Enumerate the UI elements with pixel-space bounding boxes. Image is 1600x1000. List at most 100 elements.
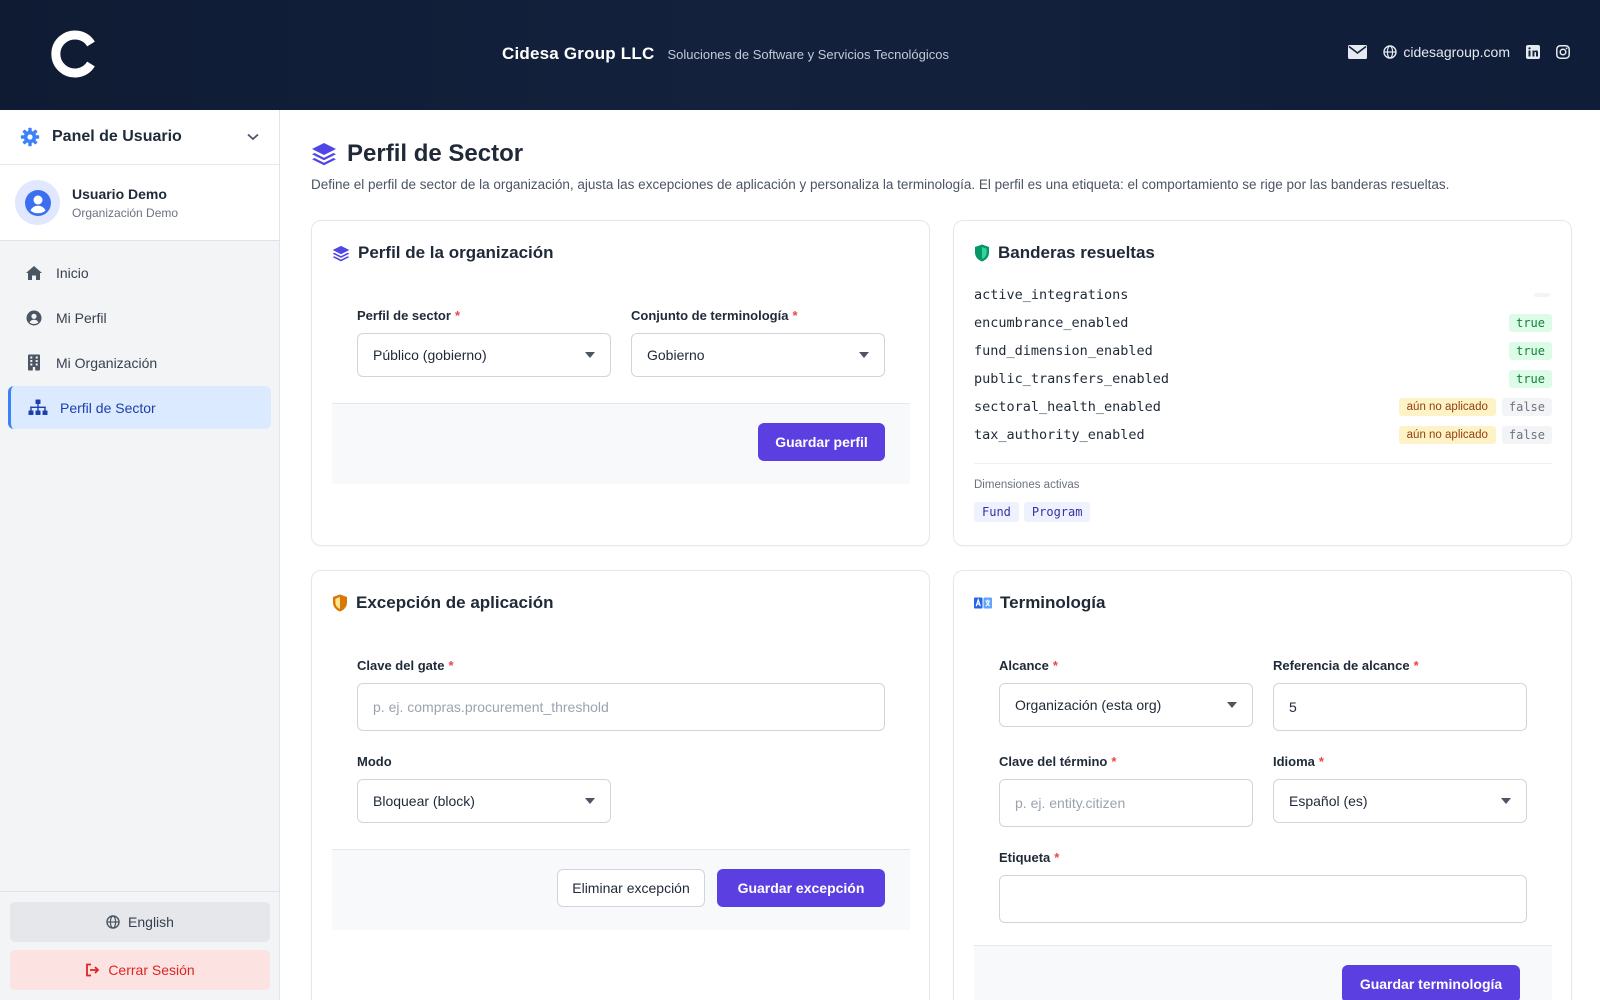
scope-label: Alcance *	[999, 658, 1058, 673]
dimension-chip: Fund	[974, 502, 1019, 522]
panel-title: Panel de Usuario	[52, 128, 182, 145]
tag-label: Etiqueta *	[999, 850, 1059, 865]
select-value: Público (gobierno)	[373, 347, 487, 363]
select-value: Gobierno	[647, 347, 705, 363]
sidebar-footer: English Cerrar Sesión	[0, 891, 280, 1000]
logout-button[interactable]: Cerrar Sesión	[10, 950, 270, 990]
active-dimensions: Fund Program	[974, 502, 1091, 522]
sidebar-item-label: Mi Perfil	[56, 309, 107, 326]
flag-row: public_transfers_enabled true	[974, 365, 1552, 393]
label-text: Clave del gate	[357, 658, 445, 673]
sidebar-item-perfil-de-sector[interactable]: Perfil de Sector	[8, 386, 271, 429]
language-label: English	[128, 914, 174, 930]
terminology-set-label: Conjunto de terminología *	[631, 308, 798, 323]
linkedin-icon[interactable]	[1526, 45, 1540, 59]
label-text: Etiqueta	[999, 850, 1051, 865]
required-marker: *	[1054, 850, 1060, 865]
label-text: Referencia de alcance	[1273, 658, 1410, 673]
resolved-flags-card: Banderas resueltas active_integrations e…	[953, 220, 1572, 546]
scope-ref-label: Referencia de alcance *	[1273, 658, 1419, 673]
dimension-chip: Program	[1023, 502, 1091, 522]
mode-label: Modo	[357, 754, 392, 769]
flags-list: active_integrations encumbrance_enabled …	[974, 281, 1552, 449]
mode-select[interactable]: Bloquear (block)	[357, 779, 611, 823]
scope-select[interactable]: Organización (esta org)	[999, 683, 1253, 727]
c-logo-icon[interactable]	[50, 30, 98, 78]
globe-icon	[106, 915, 120, 929]
mail-icon[interactable]	[1348, 45, 1368, 59]
flag-value-badge: false	[1501, 398, 1552, 416]
terminology-set-select[interactable]: Gobierno	[631, 333, 885, 377]
tag-input[interactable]	[999, 875, 1527, 923]
flag-row: fund_dimension_enabled true	[974, 337, 1552, 365]
save-exception-button[interactable]: Guardar excepción	[717, 869, 885, 907]
sidebar-item-inicio[interactable]: Inicio	[8, 251, 271, 294]
select-value: Organización (esta org)	[1015, 697, 1162, 713]
language-icon	[974, 597, 992, 609]
term-key-input[interactable]: p. ej. entity.citizen	[999, 779, 1253, 827]
user-name: Usuario Demo	[72, 185, 167, 202]
flag-name: public_transfers_enabled	[974, 371, 1170, 387]
language-select[interactable]: Español (es)	[1273, 779, 1527, 823]
gate-key-input[interactable]: p. ej. compras.procurement_threshold	[357, 683, 885, 731]
shield-half-icon	[333, 594, 347, 612]
page-title: Perfil de Sector	[347, 140, 524, 167]
sidebar-item-mi-organizacion[interactable]: Mi Organización	[8, 341, 271, 384]
label-text: Clave del término	[999, 754, 1108, 769]
org-profile-card: Perfil de la organización Perfil de sect…	[311, 220, 930, 546]
divider	[974, 463, 1552, 464]
page-header: Perfil de Sector	[311, 140, 523, 168]
flag-row: active_integrations	[974, 281, 1552, 309]
language-button[interactable]: English	[10, 902, 270, 942]
flag-name: active_integrations	[974, 287, 1129, 303]
flag-value-badge: false	[1501, 426, 1552, 444]
gate-key-label: Clave del gate *	[357, 658, 454, 673]
page-description: Define el perfil de sector de la organiz…	[311, 177, 1450, 192]
sidebar-item-label: Inicio	[56, 264, 89, 281]
gear-icon	[20, 127, 40, 147]
sidebar-item-label: Perfil de Sector	[60, 399, 156, 416]
language-label: Idioma *	[1273, 754, 1324, 769]
sector-label: Perfil de sector *	[357, 308, 460, 323]
sign-out-icon	[86, 963, 100, 977]
sidebar-item-mi-perfil[interactable]: Mi Perfil	[8, 296, 271, 339]
label-text: Idioma	[1273, 754, 1315, 769]
user-card: Usuario Demo Organización Demo	[0, 165, 279, 241]
flag-row: encumbrance_enabled true	[974, 309, 1552, 337]
save-profile-button[interactable]: Guardar perfil	[758, 423, 885, 461]
avatar	[15, 180, 60, 225]
instagram-icon[interactable]	[1556, 45, 1570, 59]
home-icon	[26, 265, 42, 280]
sector-select[interactable]: Público (gobierno)	[357, 333, 611, 377]
company-tagline: Soluciones de Software y Servicios Tecno…	[667, 47, 950, 62]
card-title: Perfil de la organización	[332, 243, 554, 263]
website-link[interactable]: cidesagroup.com	[1383, 44, 1510, 60]
chevron-down-icon[interactable]	[247, 133, 259, 141]
not-applied-badge: aún no aplicado	[1398, 398, 1496, 416]
user-panel-toggle[interactable]: Panel de Usuario	[0, 110, 279, 165]
flag-value-badge: true	[1509, 314, 1552, 332]
header-links: cidesagroup.com	[1348, 44, 1570, 60]
delete-exception-button[interactable]: Eliminar excepción	[557, 869, 705, 907]
flag-name: fund_dimension_enabled	[974, 343, 1153, 359]
card-title: Excepción de aplicación	[332, 593, 553, 613]
save-terminology-button[interactable]: Guardar terminología	[1342, 965, 1520, 1000]
sidebar: Panel de Usuario Usuario Demo Organizaci…	[0, 110, 280, 1000]
caret-down-icon	[1501, 798, 1511, 804]
user-org: Organización Demo	[72, 205, 179, 220]
flag-name: tax_authority_enabled	[974, 427, 1145, 443]
select-value: Bloquear (block)	[373, 793, 475, 809]
required-marker: *	[1413, 658, 1419, 673]
company-name: Cidesa Group LLC	[502, 44, 655, 63]
label-text: Perfil de sector	[357, 308, 451, 323]
sidebar-nav: Inicio Mi Perfil Mi Organización Perfil …	[0, 241, 279, 441]
card-title-text: Terminología	[1000, 593, 1106, 612]
layers-icon	[312, 143, 336, 166]
label-text: Conjunto de terminología	[631, 308, 789, 323]
scope-ref-input[interactable]: 5	[1273, 683, 1527, 731]
layers-icon	[332, 245, 350, 261]
user-circle-icon	[26, 310, 42, 325]
sitemap-icon	[28, 399, 48, 415]
required-marker: *	[1111, 754, 1117, 769]
term-key-label: Clave del término *	[999, 754, 1116, 769]
